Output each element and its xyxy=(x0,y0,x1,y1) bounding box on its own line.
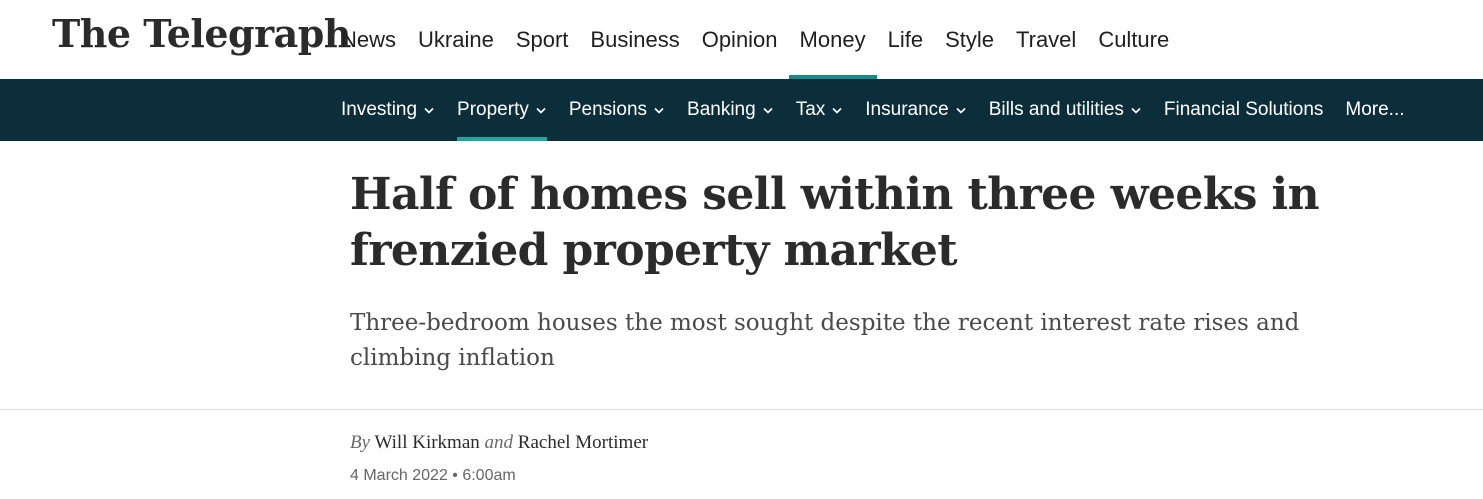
subnav-item-pensions[interactable]: Pensions xyxy=(569,79,665,141)
subnav-item-label: Bills and utilities xyxy=(988,99,1124,120)
byline: By Will Kirkman and Rachel Mortimer xyxy=(350,432,648,454)
subnav-item-banking[interactable]: Banking xyxy=(687,79,774,141)
subnav-item-label: More... xyxy=(1345,99,1405,120)
author-link-will-kirkman[interactable]: Will Kirkman xyxy=(374,432,479,453)
byline-prefix: By xyxy=(350,432,371,453)
chevron-down-icon xyxy=(832,107,842,114)
subnav-item-label: Property xyxy=(457,99,529,120)
primary-nav-item-culture[interactable]: Culture xyxy=(1087,0,1180,79)
chevron-down-icon xyxy=(424,107,434,114)
subnav-item-bills-and-utilities[interactable]: Bills and utilities xyxy=(989,79,1142,141)
subnav-item-insurance[interactable]: Insurance xyxy=(865,79,966,141)
primary-nav-item-business[interactable]: Business xyxy=(579,0,690,79)
subnav-item-label: Insurance xyxy=(865,99,949,120)
subnav-item-label: Investing xyxy=(341,99,418,120)
subnav-item-tax[interactable]: Tax xyxy=(796,79,844,141)
subnav-item-investing[interactable]: Investing xyxy=(341,79,435,141)
subnav-item-more[interactable]: More... xyxy=(1345,79,1404,141)
money-subnav-items: Investing Property Pensions Banking Tax … xyxy=(341,79,1405,141)
primary-nav-item-news[interactable]: News xyxy=(330,0,407,79)
subnav-item-financial-solutions[interactable]: Financial Solutions xyxy=(1164,79,1323,141)
money-subnav: Investing Property Pensions Banking Tax … xyxy=(0,79,1483,141)
masthead: The Telegraph News Ukraine Sport Busines… xyxy=(0,0,1483,79)
chevron-down-icon xyxy=(956,107,966,114)
article-headline: Half of homes sell within three weeks in… xyxy=(350,169,1320,276)
byline-area: By Will Kirkman and Rachel Mortimer 4 Ma… xyxy=(0,410,1483,499)
chevron-down-icon xyxy=(536,107,546,114)
subnav-item-property[interactable]: Property xyxy=(457,79,547,141)
primary-nav-item-life[interactable]: Life xyxy=(877,0,934,79)
author-link-rachel-mortimer[interactable]: Rachel Mortimer xyxy=(518,432,648,453)
publish-dateline: 4 March 2022 • 6:00am xyxy=(350,467,516,484)
subnav-item-label: Financial Solutions xyxy=(1163,99,1324,120)
primary-nav-item-sport[interactable]: Sport xyxy=(505,0,580,79)
primary-nav-item-travel[interactable]: Travel xyxy=(1005,0,1087,79)
subnav-item-label: Banking xyxy=(687,99,756,120)
chevron-down-icon xyxy=(654,107,664,114)
article-standfirst: Three-bedroom houses the most sought des… xyxy=(350,310,1300,371)
primary-nav: News Ukraine Sport Business Opinion Mone… xyxy=(330,0,1180,79)
article-header: Half of homes sell within three weeks in… xyxy=(0,141,1483,410)
primary-nav-item-ukraine[interactable]: Ukraine xyxy=(407,0,505,79)
chevron-down-icon xyxy=(763,107,773,114)
subnav-item-label: Tax xyxy=(795,99,826,120)
primary-nav-item-money[interactable]: Money xyxy=(788,0,877,79)
byline-conjunction: and xyxy=(484,432,514,453)
chevron-down-icon xyxy=(1131,107,1141,114)
primary-nav-item-style[interactable]: Style xyxy=(934,0,1005,79)
telegraph-logo[interactable]: The Telegraph xyxy=(52,10,351,58)
subnav-item-label: Pensions xyxy=(568,99,648,120)
primary-nav-item-opinion[interactable]: Opinion xyxy=(691,0,789,79)
